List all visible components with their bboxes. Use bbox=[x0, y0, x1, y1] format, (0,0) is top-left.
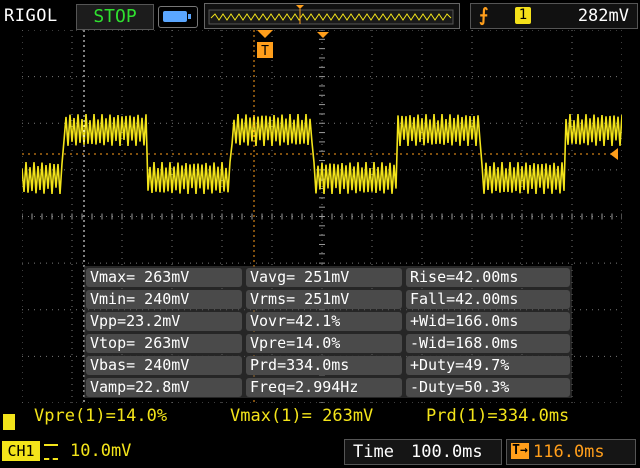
measurement-cell: Freq=2.994Hz bbox=[246, 378, 402, 397]
measurement-table: Vmax= 263mV Vavg= 251mV Rise=42.00ms Vmin= … bbox=[84, 266, 572, 398]
left-rail bbox=[0, 30, 22, 403]
trigger-edge-icon: ⨍ bbox=[479, 5, 489, 26]
waveform-overview[interactable] bbox=[204, 3, 460, 29]
measurement-cell: Vmin= 240mV bbox=[86, 290, 242, 309]
trigger-marker-icon: T bbox=[257, 30, 329, 59]
status-bar: RIGOL STOP ⨍ 1 282mV bbox=[0, 0, 640, 30]
trigger-channel-badge: 1 bbox=[515, 7, 531, 24]
run-stop-status[interactable]: STOP bbox=[76, 4, 154, 30]
bottom-status-bar: CH1 10.0mV Time 100.0ms T→ 116.0ms bbox=[0, 436, 640, 468]
measurement-row: Vmin= 240mV Vrms= 251mV Fall=42.00ms bbox=[84, 290, 572, 310]
measurement-cell: Vovr=42.1% bbox=[246, 312, 402, 331]
timebase-value: 100.0ms bbox=[411, 442, 483, 462]
measurement-cell: Vtop= 263mV bbox=[86, 334, 242, 353]
trigger-settings[interactable]: ⨍ 1 282mV bbox=[470, 3, 638, 29]
measurement-cell: Rise=42.00ms bbox=[406, 268, 570, 287]
trigger-delay-value: 116.0ms bbox=[533, 442, 605, 462]
quick-measure-vpre: Vpre(1)=14.0% bbox=[34, 406, 168, 426]
channel-scale[interactable]: 10.0mV bbox=[70, 441, 131, 461]
measurement-cell: Vrms= 251mV bbox=[246, 290, 402, 309]
quick-measure-prd: Prd(1)=334.0ms bbox=[426, 406, 570, 426]
measurement-row: Vtop= 263mV Vpre=14.0% -Wid=168.0ms bbox=[84, 334, 572, 354]
measurement-cell: Vbas= 240mV bbox=[86, 356, 242, 375]
right-edge-level-marker bbox=[610, 148, 618, 160]
measurement-cell: Vpre=14.0% bbox=[246, 334, 402, 353]
measurement-cell: Prd=334.0ms bbox=[246, 356, 402, 375]
measurement-row: Vamp=22.8mV Freq=2.994Hz -Duty=50.3% bbox=[84, 378, 572, 398]
battery-icon bbox=[158, 6, 198, 28]
measurement-cell: +Wid=166.0ms bbox=[406, 312, 570, 331]
measurement-cell: +Duty=49.7% bbox=[406, 356, 570, 375]
measurement-cell: Vpp=23.2mV bbox=[86, 312, 242, 331]
trigger-delay-control[interactable]: T→ 116.0ms bbox=[506, 439, 636, 465]
measurement-cell: Vamp=22.8mV bbox=[86, 378, 242, 397]
svg-text:T: T bbox=[261, 44, 269, 59]
quick-measure-vmax: Vmax(1)= 263mV bbox=[230, 406, 374, 426]
measurement-cell: -Wid=168.0ms bbox=[406, 334, 570, 353]
measurement-row: Vbas= 240mV Prd=334.0ms +Duty=49.7% bbox=[84, 356, 572, 376]
measurement-cell: Vmax= 263mV bbox=[86, 268, 242, 287]
timebase-control[interactable]: Time 100.0ms bbox=[344, 439, 502, 465]
time-label: Time bbox=[353, 442, 394, 462]
overview-trigger-marker-icon bbox=[296, 5, 304, 9]
trigger-level: 282mV bbox=[577, 6, 629, 26]
channel-1-button[interactable]: CH1 bbox=[2, 441, 40, 461]
delay-icon: T→ bbox=[511, 443, 529, 459]
right-rail bbox=[622, 30, 640, 403]
quick-measure-bar: Vpre(1)=14.0% Vmax(1)= 263mV Prd(1)=334.… bbox=[0, 404, 640, 432]
measurement-row: Vpp=23.2mV Vovr=42.1% +Wid=166.0ms bbox=[84, 312, 572, 332]
measurement-cell: Fall=42.00ms bbox=[406, 290, 570, 309]
measurement-cell: Vavg= 251mV bbox=[246, 268, 402, 287]
brand-logo: RIGOL bbox=[4, 6, 58, 26]
coupling-icon bbox=[44, 444, 58, 460]
measurement-cell: -Duty=50.3% bbox=[406, 378, 570, 397]
measurement-row: Vmax= 263mV Vavg= 251mV Rise=42.00ms bbox=[84, 268, 572, 288]
